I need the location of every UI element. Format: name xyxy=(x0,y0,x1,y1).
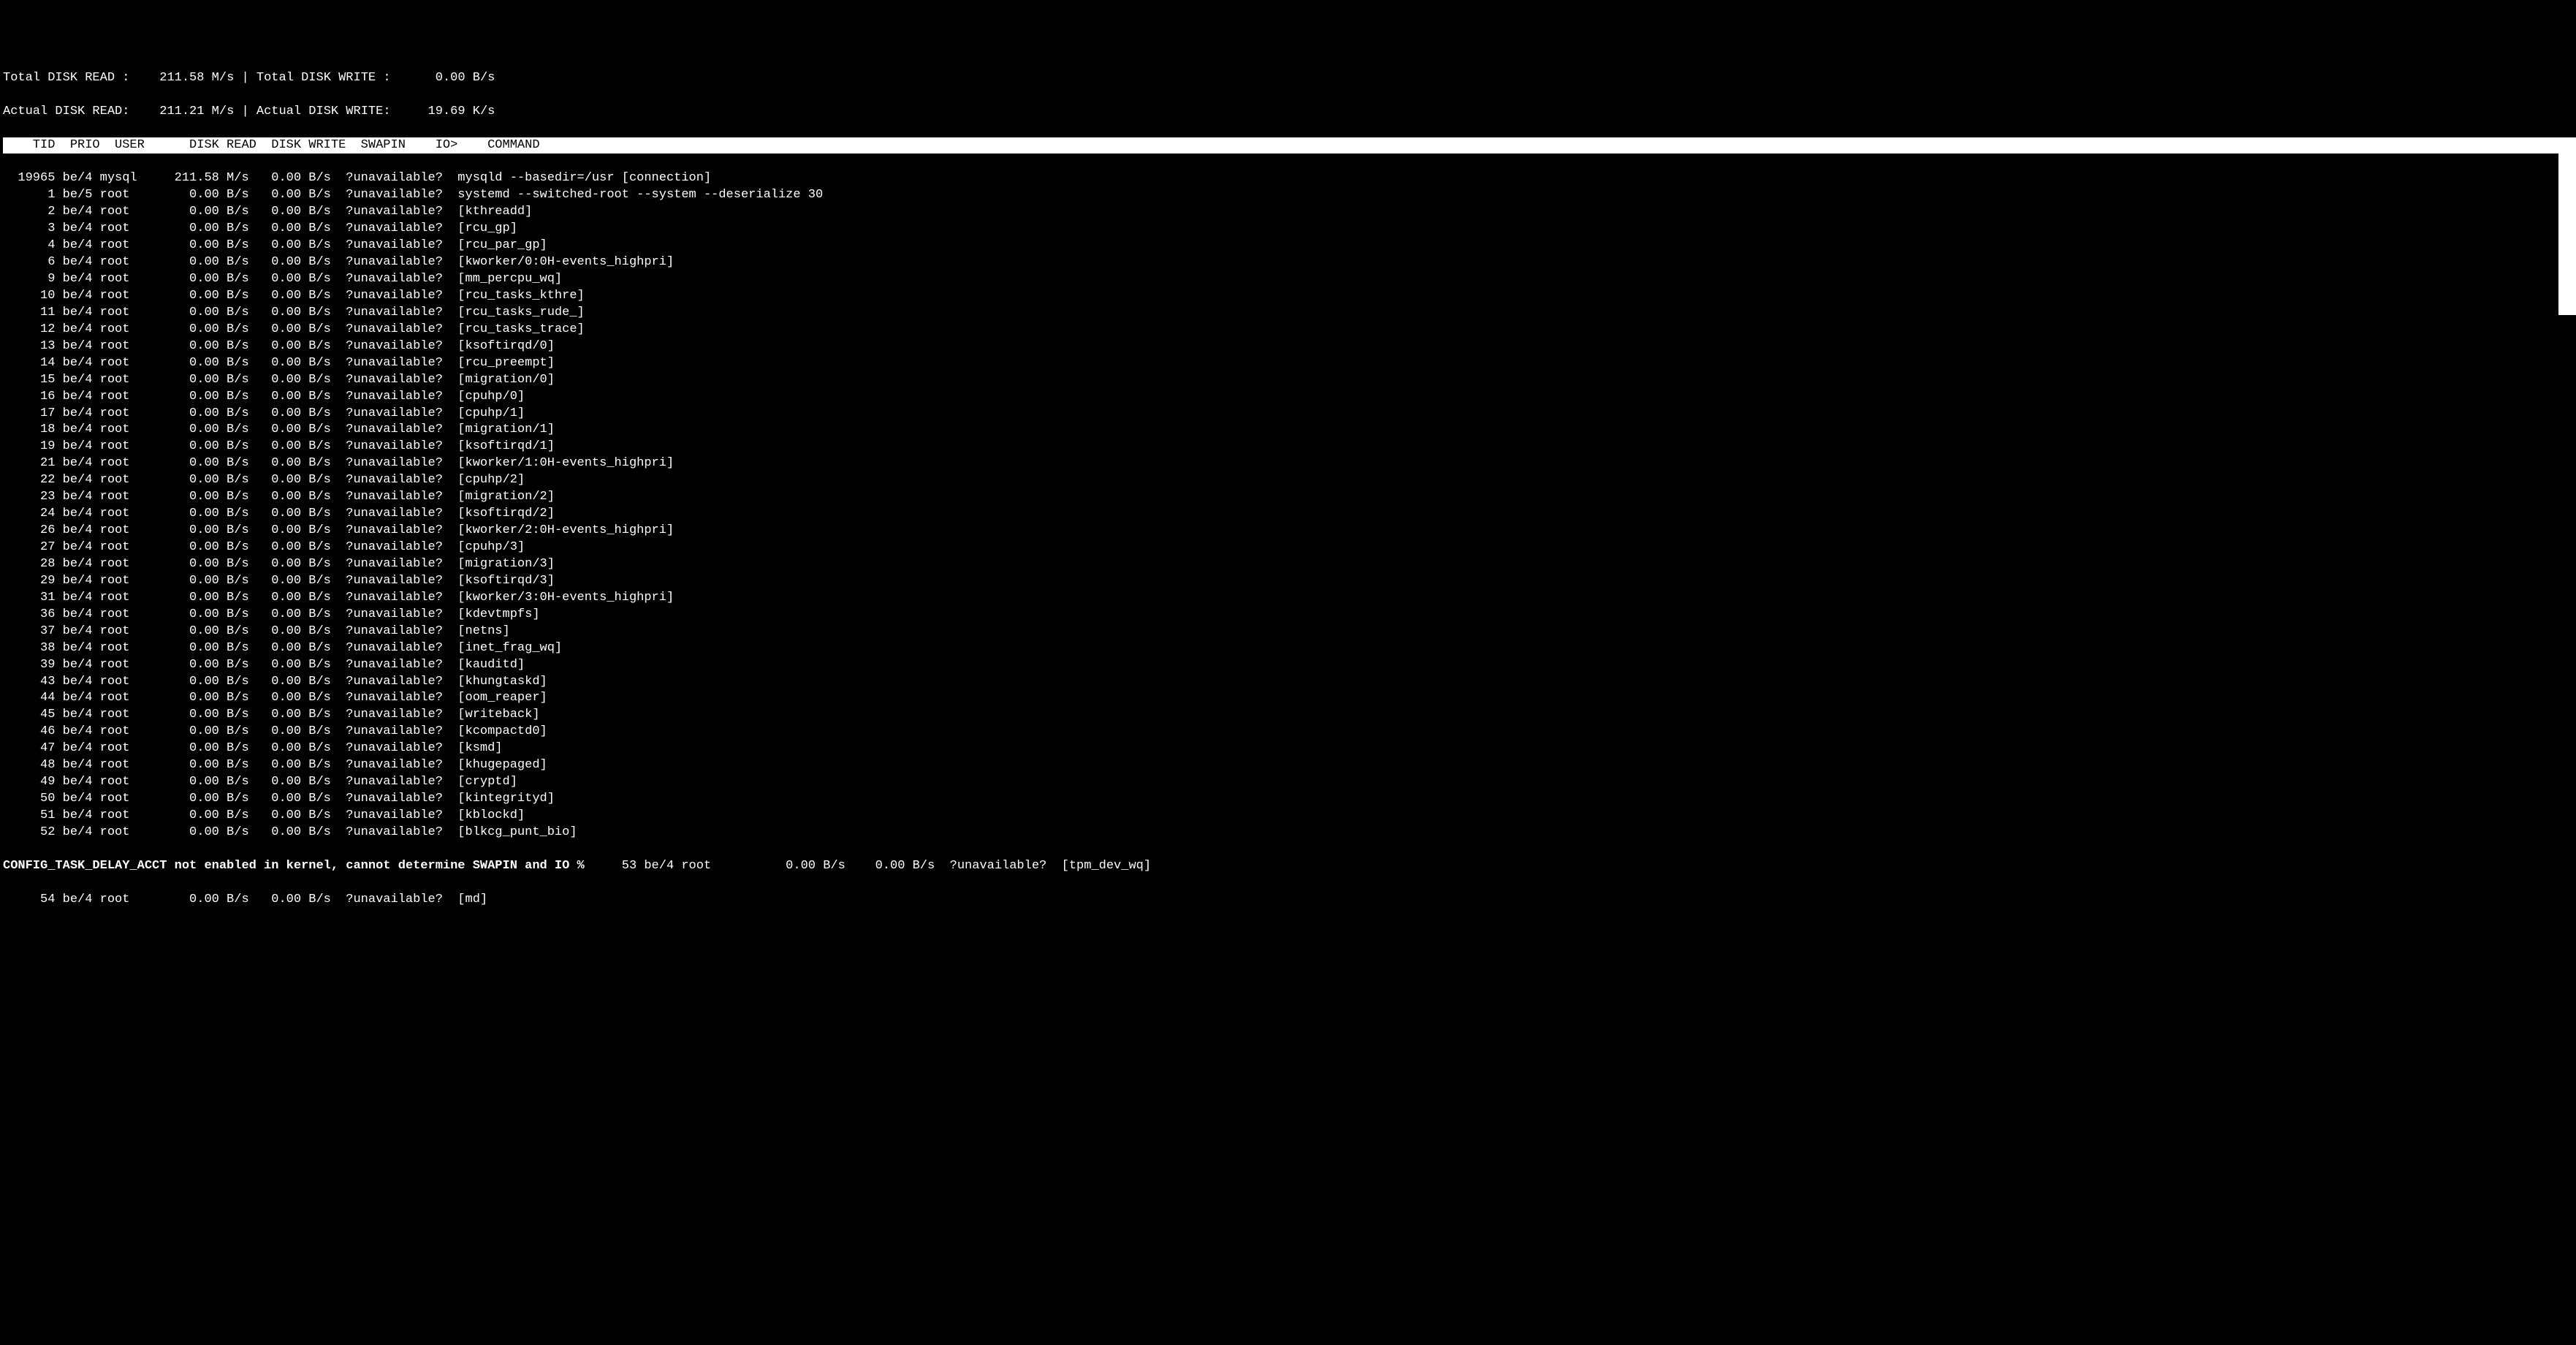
process-row: 27 be/4 root 0.00 B/s 0.00 B/s ?unavaila… xyxy=(3,539,2573,556)
process-row: 54 be/4 root 0.00 B/s 0.00 B/s ?unavaila… xyxy=(3,892,2573,909)
process-row: 37 be/4 root 0.00 B/s 0.00 B/s ?unavaila… xyxy=(3,624,2573,640)
process-row: 36 be/4 root 0.00 B/s 0.00 B/s ?unavaila… xyxy=(3,607,2573,624)
total-disk-write-label: Total DISK WRITE : xyxy=(257,71,391,85)
process-row: 13 be/4 root 0.00 B/s 0.00 B/s ?unavaila… xyxy=(3,338,2573,355)
process-row: 24 be/4 root 0.00 B/s 0.00 B/s ?unavaila… xyxy=(3,506,2573,523)
process-row: 6 be/4 root 0.00 B/s 0.00 B/s ?unavailab… xyxy=(3,254,2573,271)
actual-disk-read-value: 211.21 M/s xyxy=(159,105,234,118)
actual-disk-write-label: Actual DISK WRITE: xyxy=(257,105,391,118)
summary-line-2: Actual DISK READ: 211.21 M/s | Actual DI… xyxy=(3,104,2573,121)
process-row: 23 be/4 root 0.00 B/s 0.00 B/s ?unavaila… xyxy=(3,489,2573,506)
overflow-row: 53 be/4 root 0.00 B/s 0.00 B/s ?unavaila… xyxy=(585,859,1151,873)
warning-message: CONFIG_TASK_DELAY_ACCT not enabled in ke… xyxy=(3,859,585,873)
process-row: 38 be/4 root 0.00 B/s 0.00 B/s ?unavaila… xyxy=(3,640,2573,657)
process-row: 44 be/4 root 0.00 B/s 0.00 B/s ?unavaila… xyxy=(3,690,2573,707)
separator: | xyxy=(234,105,257,118)
process-row: 17 be/4 root 0.00 B/s 0.00 B/s ?unavaila… xyxy=(3,406,2573,423)
column-header-row[interactable]: TID PRIO USER DISK READ DISK WRITE SWAPI… xyxy=(3,137,2573,154)
total-disk-write-value: 0.00 B/s xyxy=(436,71,495,85)
process-row: 22 be/4 root 0.00 B/s 0.00 B/s ?unavaila… xyxy=(3,472,2573,489)
process-row: 39 be/4 root 0.00 B/s 0.00 B/s ?unavaila… xyxy=(3,657,2573,674)
process-row: 14 be/4 root 0.00 B/s 0.00 B/s ?unavaila… xyxy=(3,355,2573,372)
process-row: 12 be/4 root 0.00 B/s 0.00 B/s ?unavaila… xyxy=(3,322,2573,338)
process-row: 11 be/4 root 0.00 B/s 0.00 B/s ?unavaila… xyxy=(3,305,2573,322)
summary-line-1: Total DISK READ : 211.58 M/s | Total DIS… xyxy=(3,70,2573,87)
process-row: 29 be/4 root 0.00 B/s 0.00 B/s ?unavaila… xyxy=(3,573,2573,590)
process-row: 49 be/4 root 0.00 B/s 0.00 B/s ?unavaila… xyxy=(3,774,2573,791)
process-list: 19965 be/4 mysql 211.58 M/s 0.00 B/s ?un… xyxy=(3,170,2573,841)
process-row: 48 be/4 root 0.00 B/s 0.00 B/s ?unavaila… xyxy=(3,757,2573,774)
process-row: 2 be/4 root 0.00 B/s 0.00 B/s ?unavailab… xyxy=(3,204,2573,221)
process-row: 1 be/5 root 0.00 B/s 0.00 B/s ?unavailab… xyxy=(3,187,2573,204)
process-row: 21 be/4 root 0.00 B/s 0.00 B/s ?unavaila… xyxy=(3,455,2573,472)
process-row: 18 be/4 root 0.00 B/s 0.00 B/s ?unavaila… xyxy=(3,422,2573,439)
process-row: 47 be/4 root 0.00 B/s 0.00 B/s ?unavaila… xyxy=(3,740,2573,757)
separator: | xyxy=(234,71,257,85)
scrollbar-thumb[interactable] xyxy=(2558,137,2576,315)
total-disk-read-label: Total DISK READ : xyxy=(3,71,129,85)
process-row: 16 be/4 root 0.00 B/s 0.00 B/s ?unavaila… xyxy=(3,389,2573,406)
process-row: 9 be/4 root 0.00 B/s 0.00 B/s ?unavailab… xyxy=(3,271,2573,288)
process-row: 46 be/4 root 0.00 B/s 0.00 B/s ?unavaila… xyxy=(3,724,2573,740)
process-row: 50 be/4 root 0.00 B/s 0.00 B/s ?unavaila… xyxy=(3,791,2573,808)
process-row: 3 be/4 root 0.00 B/s 0.00 B/s ?unavailab… xyxy=(3,221,2573,238)
actual-disk-write-value: 19.69 K/s xyxy=(428,105,495,118)
total-disk-read-value: 211.58 M/s xyxy=(159,71,234,85)
process-row: 43 be/4 root 0.00 B/s 0.00 B/s ?unavaila… xyxy=(3,674,2573,691)
process-row: 51 be/4 root 0.00 B/s 0.00 B/s ?unavaila… xyxy=(3,808,2573,825)
process-row: 19965 be/4 mysql 211.58 M/s 0.00 B/s ?un… xyxy=(3,170,2573,187)
process-row: 15 be/4 root 0.00 B/s 0.00 B/s ?unavaila… xyxy=(3,372,2573,389)
footer-line: CONFIG_TASK_DELAY_ACCT not enabled in ke… xyxy=(3,858,2573,875)
process-row: 26 be/4 root 0.00 B/s 0.00 B/s ?unavaila… xyxy=(3,523,2573,539)
process-row: 31 be/4 root 0.00 B/s 0.00 B/s ?unavaila… xyxy=(3,590,2573,607)
process-row: 19 be/4 root 0.00 B/s 0.00 B/s ?unavaila… xyxy=(3,439,2573,455)
process-row: 4 be/4 root 0.00 B/s 0.00 B/s ?unavailab… xyxy=(3,238,2573,254)
process-row: 10 be/4 root 0.00 B/s 0.00 B/s ?unavaila… xyxy=(3,288,2573,305)
process-row: 28 be/4 root 0.00 B/s 0.00 B/s ?unavaila… xyxy=(3,556,2573,573)
actual-disk-read-label: Actual DISK READ: xyxy=(3,105,129,118)
process-row: 52 be/4 root 0.00 B/s 0.00 B/s ?unavaila… xyxy=(3,825,2573,841)
process-row: 45 be/4 root 0.00 B/s 0.00 B/s ?unavaila… xyxy=(3,707,2573,724)
